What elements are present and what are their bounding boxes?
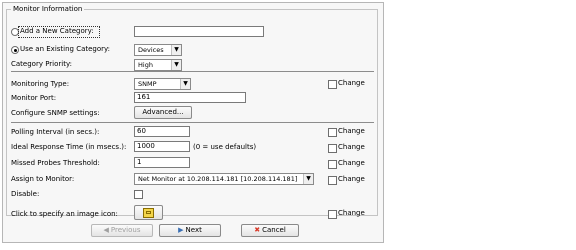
new-category-input[interactable] <box>134 26 264 37</box>
ideal-response-hint: (0 = use defaults) <box>193 143 257 151</box>
assign-monitor-change-checkbox[interactable] <box>328 176 337 185</box>
missed-probes-change-label: Change <box>338 159 365 167</box>
existing-category-value: Devices <box>138 46 164 54</box>
cancel-button-label: Cancel <box>262 226 286 234</box>
monitoring-type-change-label: Change <box>338 79 365 87</box>
assign-monitor-value: Net Monitor at 10.208.114.181 [10.208.11… <box>138 175 298 183</box>
category-priority-label: Category Priority: <box>11 60 72 68</box>
image-icon <box>143 208 154 218</box>
monitor-port-input[interactable] <box>134 92 246 103</box>
polling-interval-input[interactable] <box>134 126 190 137</box>
monitoring-type-value: SNMP <box>138 80 157 88</box>
ideal-response-input[interactable] <box>134 141 190 152</box>
monitoring-type-label: Monitoring Type: <box>11 80 70 88</box>
advanced-button[interactable]: Advanced... <box>134 106 192 119</box>
assign-monitor-label: Assign to Monitor: <box>11 175 75 183</box>
image-icon-button[interactable] <box>134 205 163 220</box>
ideal-response-label: Ideal Response Time (in msecs.): <box>11 143 127 151</box>
monitor-information-group: Monitor Information Add a New Category: … <box>6 5 378 220</box>
chevron-down-icon[interactable]: ▼ <box>171 45 181 55</box>
assign-monitor-change-label: Change <box>338 175 365 183</box>
ideal-response-change-checkbox[interactable] <box>328 144 337 153</box>
missed-probes-input[interactable] <box>134 157 190 168</box>
monitoring-type-select[interactable]: SNMP ▼ <box>134 78 191 90</box>
disable-label: Disable: <box>11 190 40 198</box>
image-icon-change-checkbox[interactable] <box>328 210 337 219</box>
monitor-information-panel: Monitor Information Add a New Category: … <box>2 2 384 243</box>
ideal-response-change-label: Change <box>338 143 365 151</box>
category-priority-value: High <box>138 61 153 69</box>
image-icon-label: Click to specify an image icon: <box>11 210 118 218</box>
next-button-label: Next <box>185 226 202 234</box>
snmp-settings-label: Configure SNMP settings: <box>11 109 100 117</box>
assign-monitor-select[interactable]: Net Monitor at 10.208.114.181 [10.208.11… <box>134 173 314 185</box>
category-priority-select[interactable]: High ▼ <box>134 59 182 71</box>
disable-checkbox[interactable] <box>134 190 143 199</box>
previous-button[interactable]: ◀ Previous <box>91 224 153 237</box>
add-new-category-label[interactable]: Add a New Category: <box>20 26 94 36</box>
previous-icon: ◀ <box>103 226 109 234</box>
chevron-down-icon[interactable]: ▼ <box>171 60 181 70</box>
separator <box>11 71 374 72</box>
monitoring-type-change-checkbox[interactable] <box>328 80 337 89</box>
polling-interval-change-checkbox[interactable] <box>328 128 337 137</box>
previous-button-label: Previous <box>110 226 141 234</box>
existing-category-select[interactable]: Devices ▼ <box>134 44 182 56</box>
use-existing-category-radio[interactable] <box>11 46 19 54</box>
use-existing-category-label[interactable]: Use an Existing Category: <box>20 44 110 54</box>
next-button[interactable]: ▶ Next <box>159 224 221 237</box>
missed-probes-label: Missed Probes Threshold: <box>11 159 100 167</box>
next-icon: ▶ <box>178 226 184 234</box>
cancel-icon: ✖ <box>254 226 261 234</box>
section-title: Monitor Information <box>13 5 83 13</box>
image-icon-change-label: Change <box>338 209 365 217</box>
monitor-port-label: Monitor Port: <box>11 94 57 102</box>
chevron-down-icon[interactable]: ▼ <box>180 79 190 89</box>
chevron-down-icon[interactable]: ▼ <box>303 174 313 184</box>
polling-interval-label: Polling Interval (in secs.): <box>11 128 100 136</box>
polling-interval-change-label: Change <box>338 127 365 135</box>
cancel-button[interactable]: ✖ Cancel <box>241 224 299 237</box>
separator <box>11 122 374 123</box>
missed-probes-change-checkbox[interactable] <box>328 160 337 169</box>
